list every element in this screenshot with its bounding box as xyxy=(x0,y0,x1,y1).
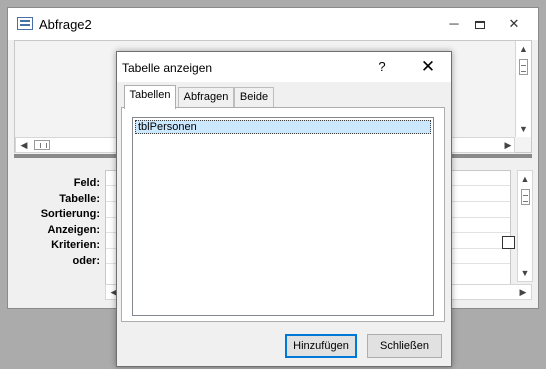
tab-abfragen[interactable]: Abfragen xyxy=(178,87,234,108)
close-button[interactable]: ✕ xyxy=(502,14,526,34)
scroll-left-arrow-icon[interactable]: ◀ xyxy=(16,138,32,152)
show-checkbox[interactable] xyxy=(502,236,515,249)
row-label-sort: Sortierung: xyxy=(40,208,100,220)
minimize-button[interactable]: ─ xyxy=(442,14,466,34)
tab-panel: tblPersonen xyxy=(121,107,445,322)
scroll-up-arrow-icon[interactable]: ▲ xyxy=(518,171,532,187)
query-window-title: Abfrage2 xyxy=(39,17,92,32)
dialog-titlebar[interactable]: Tabelle anzeigen ? ✕ xyxy=(117,52,451,82)
scroll-thumb[interactable] xyxy=(34,140,50,150)
tab-tabellen[interactable]: Tabellen xyxy=(124,85,176,109)
scroll-down-arrow-icon[interactable]: ▼ xyxy=(518,265,532,281)
query-icon xyxy=(17,17,33,30)
row-label-field: Feld: xyxy=(73,177,100,189)
close-dialog-button[interactable]: Schließen xyxy=(367,334,442,358)
grid-row-labels: Feld: Tabelle: Sortierung: Anzeigen: Kri… xyxy=(14,176,100,269)
list-item[interactable]: tblPersonen xyxy=(135,120,431,134)
scroll-thumb[interactable] xyxy=(521,189,530,205)
tab-beide[interactable]: Beide xyxy=(234,87,274,108)
scroll-right-arrow-icon[interactable]: ▶ xyxy=(500,138,516,152)
scroll-down-arrow-icon[interactable]: ▼ xyxy=(516,121,531,137)
help-button[interactable]: ? xyxy=(372,58,392,76)
row-label-or: oder: xyxy=(72,254,101,267)
dialog-close-button[interactable]: ✕ xyxy=(415,56,441,78)
dialog-title: Tabelle anzeigen xyxy=(122,61,213,75)
scroll-up-arrow-icon[interactable]: ▲ xyxy=(516,41,531,57)
scroll-thumb[interactable] xyxy=(519,59,528,75)
row-label-criteria: Kriterien: xyxy=(51,239,100,251)
table-list[interactable]: tblPersonen xyxy=(132,117,434,316)
grid-vertical-scrollbar[interactable]: ▲ ▼ xyxy=(517,170,533,282)
add-button[interactable]: Hinzufügen xyxy=(285,334,357,358)
restore-button[interactable] xyxy=(468,14,492,34)
scroll-right-arrow-icon[interactable]: ▶ xyxy=(515,285,531,299)
row-label-table: Tabelle: xyxy=(59,192,100,205)
restore-icon xyxy=(475,20,485,29)
table-pane-vertical-scrollbar[interactable]: ▲ ▼ xyxy=(515,41,531,137)
query-window-titlebar[interactable]: Abfrage2 ─ ✕ xyxy=(8,8,538,40)
row-label-show: Anzeigen: xyxy=(47,223,100,236)
